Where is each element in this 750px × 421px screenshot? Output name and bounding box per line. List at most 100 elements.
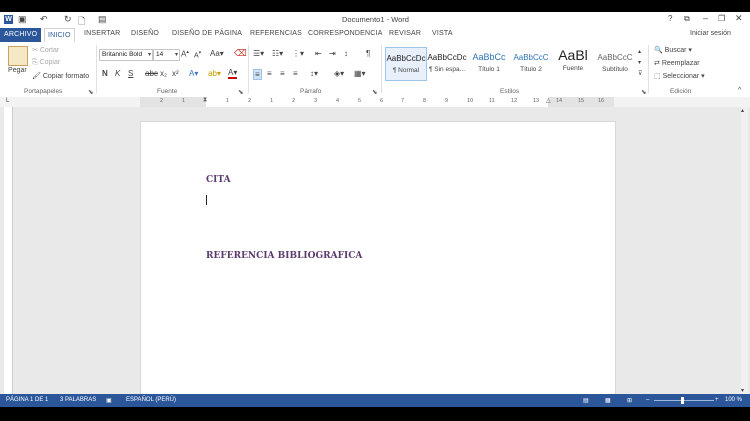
bullets-icon[interactable]: ☰▾ [253,49,264,58]
document-heading-cita[interactable]: CITA [206,175,231,185]
align-center-icon[interactable]: ≡ [267,69,272,78]
tab-design[interactable]: DISEÑO [131,30,159,37]
shading-icon[interactable]: ◈▾ [334,69,344,78]
text-cursor [206,195,207,205]
tab-home[interactable]: INICIO [44,28,75,42]
read-mode-icon[interactable]: ▤ [583,397,589,404]
font-size-select[interactable]: 14 ▾ [153,49,180,61]
numbering-icon[interactable]: ☷▾ [272,49,283,58]
underline-icon[interactable]: S [128,69,133,78]
restore-icon[interactable]: ❐ [718,14,725,23]
divider [648,45,649,93]
zoom-level[interactable]: 100 % [725,397,742,403]
tab-mailings[interactable]: CORRESPONDENCIA [308,30,383,37]
show-hide-icon[interactable]: ¶ [366,49,370,58]
indent-marker-icon[interactable]: ⧗ [203,97,207,104]
tab-page-layout[interactable]: DISEÑO DE PÁGINA [172,30,242,37]
tab-review[interactable]: REVISAR [389,30,421,37]
style-heading-1[interactable]: AaBbCc Título 1 [469,47,509,79]
vertical-ruler[interactable] [4,107,13,394]
horizontal-ruler[interactable]: ⧗ △ 2 1 1 2 1 2 3 4 5 6 7 8 9 10 11 12 1… [140,97,614,107]
minimize-icon[interactable]: – [703,13,708,23]
styles-more-icon[interactable]: ⊽ [638,70,642,77]
find-button[interactable]: 🔍 Buscar ▾ [654,46,692,54]
print-layout-icon[interactable]: ▦ [605,397,611,404]
subscript-icon[interactable]: x₂ [160,69,167,78]
copy-button[interactable]: ⎘ Copiar [32,59,60,67]
style-no-spacing[interactable]: AaBbCcDc ¶ Sin espa... [427,47,467,79]
shrink-font-icon[interactable]: A▾ [194,50,201,59]
align-left-icon[interactable]: ≡ [253,69,262,80]
change-case-icon[interactable]: Aa▾ [210,49,224,58]
ribbon-tabs: ARCHIVO INICIO INSERTAR DISEÑO DISEÑO DE… [0,28,750,42]
proofing-icon[interactable]: ▣ [106,397,112,404]
tab-view[interactable]: VISTA [432,30,453,37]
select-button[interactable]: ⬚ Seleccionar ▾ [654,72,705,80]
tab-selector-icon[interactable]: L [6,98,9,104]
paste-icon[interactable] [8,46,28,66]
justify-icon[interactable]: ≡ [293,69,298,78]
tab-references[interactable]: REFERENCIAS [250,30,302,37]
strikethrough-icon[interactable]: abc [145,69,158,78]
tab-insert[interactable]: INSERTAR [84,30,120,37]
word-count-status[interactable]: 3 PALABRAS [60,397,96,403]
ruler-number: 2 [160,98,164,104]
customize-toolbar-icon[interactable]: ▤ [98,14,107,25]
styles-launcher-icon[interactable]: ⬊ [641,88,646,96]
zoom-slider[interactable] [654,397,714,404]
increase-indent-icon[interactable]: ⇥ [329,49,336,58]
zoom-out-icon[interactable]: – [646,397,649,403]
style-heading-2[interactable]: AaBbCcC Título 2 [511,47,551,79]
save-icon[interactable]: ▣ [18,14,27,25]
web-layout-icon[interactable]: ⊞ [627,397,632,404]
sign-in-link[interactable]: Iniciar sesión [690,30,731,37]
text-effects-icon[interactable]: A▾ [189,69,198,78]
multilevel-list-icon[interactable]: ⋮▾ [292,49,304,58]
collapse-ribbon-icon[interactable]: ^ [738,87,741,94]
tab-file[interactable]: ARCHIVO [0,28,42,42]
help-icon[interactable]: ? [668,14,672,23]
highlight-icon[interactable]: ab▾ [208,69,221,78]
page-count-status[interactable]: PÁGINA 1 DE 1 [6,397,48,403]
cut-button[interactable]: ✂ Cortar [32,46,59,54]
style-subtitle[interactable]: AaBbCcC Subtítulo [595,47,635,79]
zoom-in-icon[interactable]: + [715,397,719,403]
sort-icon[interactable]: ↕ [344,49,348,58]
right-indent-marker-icon[interactable]: △ [546,97,551,104]
grow-font-icon[interactable]: A▴ [181,49,189,59]
clipboard-launcher-icon[interactable]: ⬊ [88,88,93,96]
ribbon-display-icon[interactable]: ⧉ [684,14,690,24]
paste-button[interactable]: Pegar [8,67,27,74]
superscript-icon[interactable]: x² [172,69,179,78]
close-icon[interactable]: ✕ [735,13,743,24]
style-normal[interactable]: AaBbCcDc ¶ Normal [385,47,427,81]
line-spacing-icon[interactable]: ↕▾ [310,69,318,78]
clear-formatting-icon[interactable]: ⌫ [234,48,247,59]
font-name-select[interactable]: Britannic Bold ▾ [99,49,153,61]
scroll-down-icon[interactable]: ▾ [741,387,744,394]
redo-icon[interactable]: ↻ [64,14,72,25]
decrease-indent-icon[interactable]: ⇤ [315,49,322,58]
style-title[interactable]: AaBl Fuente [553,47,593,79]
scroll-up-icon[interactable]: ▴ [741,107,744,114]
document-page[interactable]: CITA REFERENCIA BIBLIOGRAFICA [140,121,616,396]
italic-icon[interactable]: K [115,69,120,78]
replace-icon: ⇄ [654,60,662,67]
borders-icon[interactable]: ▦▾ [354,69,366,78]
styles-scroll-up-icon[interactable]: ▴ [638,48,641,55]
language-status[interactable]: ESPAÑOL (PERÚ) [126,397,176,403]
ruler-number: 1 [270,98,274,104]
format-painter-button[interactable]: 🖌 Copiar formato [32,72,89,80]
styles-scroll-down-icon[interactable]: ▾ [638,59,641,66]
undo-icon[interactable]: ↶ [40,14,48,25]
bold-icon[interactable]: N [102,69,108,78]
align-right-icon[interactable]: ≡ [280,69,285,78]
vertical-scrollbar[interactable]: ▴ ▾ [741,107,748,394]
zoom-slider-thumb[interactable] [681,397,684,404]
ruler-number: 2 [248,98,252,104]
font-color-icon[interactable]: A▾ [228,69,238,79]
document-heading-referencia[interactable]: REFERENCIA BIBLIOGRAFICA [206,251,362,261]
font-launcher-icon[interactable]: ⬊ [238,88,243,96]
replace-button[interactable]: ⇄ Reemplazar [654,59,700,67]
paragraph-launcher-icon[interactable]: ⬊ [372,88,377,96]
